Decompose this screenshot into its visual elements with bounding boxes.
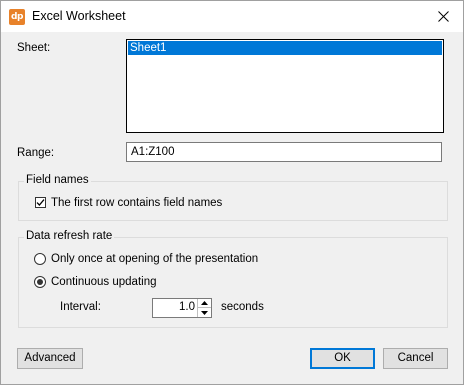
interval-unit-label: seconds	[221, 301, 264, 313]
range-label: Range:	[17, 147, 55, 159]
interval-value[interactable]: 1.0	[179, 301, 195, 313]
app-logo-icon: dp	[9, 9, 25, 25]
field-names-group-title: Field names	[24, 174, 91, 186]
range-field[interactable]	[126, 142, 442, 162]
title-bar: dp Excel Worksheet	[1, 1, 463, 32]
first-row-field-names-label[interactable]: The first row contains field names	[51, 197, 222, 209]
refresh-continuous-radio[interactable]	[34, 276, 46, 288]
cancel-button[interactable]: Cancel	[383, 348, 448, 369]
interval-spinner[interactable]: 1.0	[152, 298, 212, 318]
range-input[interactable]	[127, 143, 431, 161]
first-row-field-names-checkbox[interactable]	[35, 197, 46, 208]
sheet-label: Sheet:	[17, 42, 51, 54]
sheet-list-item-selected[interactable]: Sheet1	[128, 41, 442, 55]
up-arrow-icon	[201, 301, 208, 305]
ok-button[interactable]: OK	[310, 348, 375, 369]
interval-decrease-button[interactable]	[198, 308, 211, 317]
window-title: Excel Worksheet	[32, 9, 126, 23]
down-arrow-icon	[201, 310, 208, 315]
interval-increase-button[interactable]	[198, 299, 211, 308]
excel-worksheet-dialog: dp Excel Worksheet Sheet: Sheet1 Range: …	[0, 0, 464, 385]
interval-label: Interval:	[60, 301, 101, 313]
refresh-continuous-label[interactable]: Continuous updating	[51, 276, 157, 288]
checkmark-icon	[36, 199, 45, 206]
refresh-once-label[interactable]: Only once at opening of the presentation	[51, 253, 258, 265]
advanced-button[interactable]: Advanced	[17, 348, 83, 369]
close-icon	[437, 11, 449, 22]
sheet-listbox[interactable]: Sheet1	[126, 39, 444, 133]
interval-spin-buttons	[197, 299, 211, 317]
close-button[interactable]	[423, 1, 463, 32]
data-refresh-group-title: Data refresh rate	[24, 230, 115, 242]
refresh-once-radio[interactable]	[34, 253, 46, 265]
